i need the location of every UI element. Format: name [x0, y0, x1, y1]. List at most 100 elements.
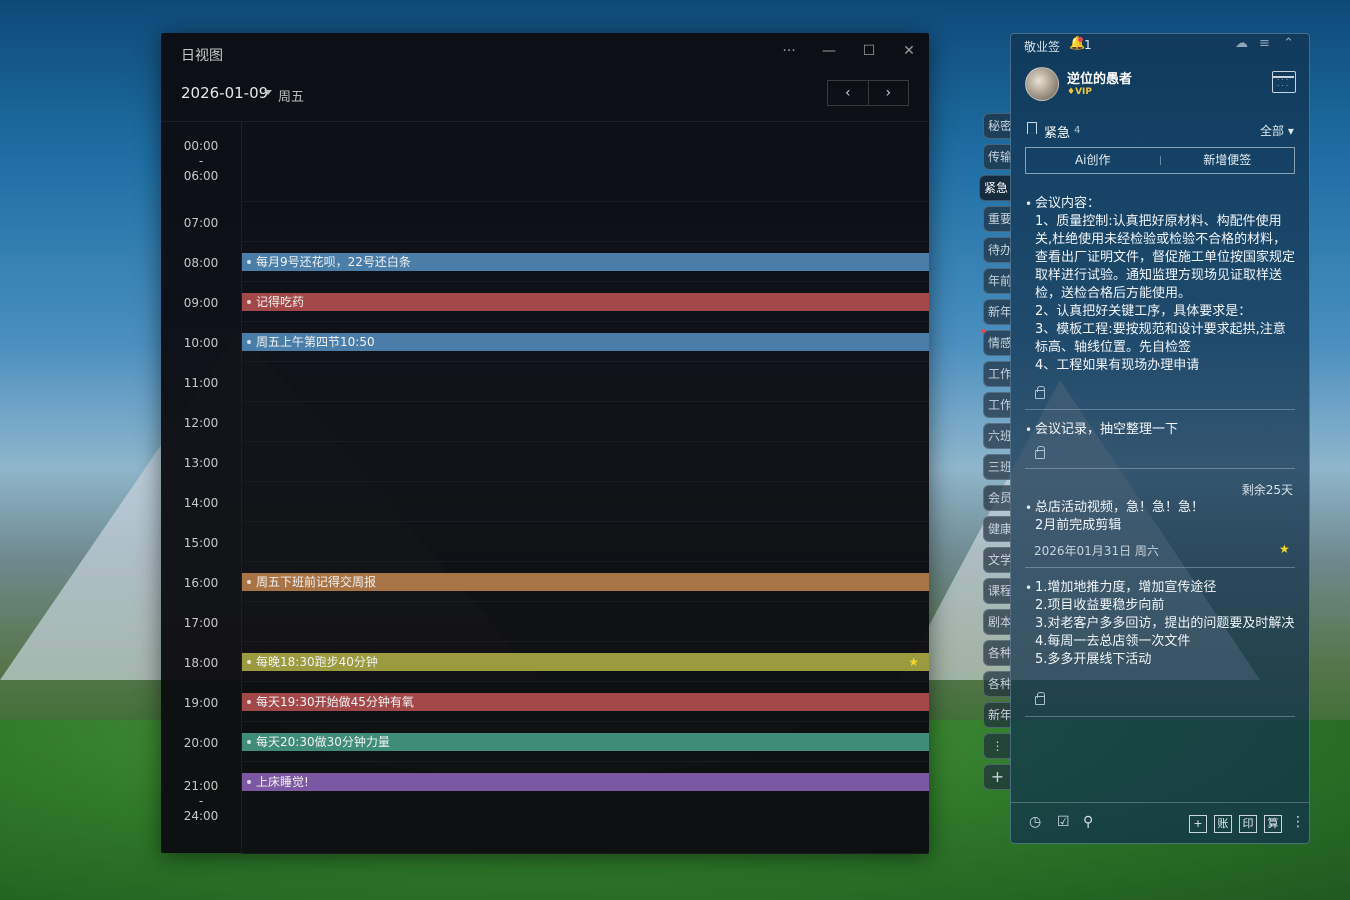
hour-gridline — [241, 201, 929, 202]
remaining-days: 剩余25天 — [1241, 483, 1293, 497]
hour-gridline — [241, 601, 929, 602]
filter-dropdown[interactable]: 全部 ▾ — [1260, 122, 1294, 139]
time-label-t18: 18:00 — [183, 656, 219, 670]
sidebar-tab[interactable]: 新年 — [983, 299, 1011, 325]
app-name: 敬业签 — [1024, 40, 1061, 54]
note-item[interactable]: • 1.增加地推力度，增加宣传途径 2.项目收益要稳步向前 3.对老客户多多回访… — [1025, 579, 1295, 669]
calculator-icon[interactable]: 算 — [1264, 815, 1282, 833]
sidebar-tab[interactable]: 工作 — [983, 361, 1011, 387]
window-title: 日视图 — [181, 48, 223, 64]
sidebar-tab[interactable]: 文学 — [983, 547, 1011, 573]
hour-gridline — [241, 401, 929, 402]
day-view-window: 日视图 ··· — ☐ ✕ 2026-01-09 周五 ‹ › 00:00 - … — [161, 33, 929, 854]
minimize-button[interactable]: — — [817, 43, 841, 59]
notification-dot — [1078, 37, 1083, 42]
event-title: 每月9号还花呗，22号还白条 — [256, 255, 411, 269]
event-item[interactable]: 每晚18:30跑步40分钟 ★ — [242, 653, 929, 671]
more-icon[interactable]: ··· — [777, 43, 801, 59]
hour-gridline — [241, 521, 929, 522]
event-item[interactable]: 每天19:30开始做45分钟有氧 — [242, 693, 929, 711]
note-divider — [1025, 409, 1295, 410]
sidebar-tab[interactable]: 剧本 — [983, 609, 1011, 635]
event-item[interactable]: 每天20:30做30分钟力量 — [242, 733, 929, 751]
note-text: 会议内容： 1、质量控制:认真把好原材料、构配件使用关,杜绝使用未经检验或检验不… — [1035, 196, 1295, 373]
sidebar-tab[interactable]: 年前 — [983, 268, 1011, 294]
note-bullet: • — [1025, 581, 1033, 595]
sidebar-tab[interactable]: 传输 — [983, 144, 1011, 170]
date-picker[interactable]: 2026-01-09 — [181, 84, 268, 102]
hour-gridline — [241, 481, 929, 482]
note-actions: Ai创作 新增便签 — [1025, 147, 1295, 174]
collapse-icon[interactable]: ⌃ — [1283, 36, 1294, 51]
sidebar-tab[interactable]: 健康 — [983, 516, 1011, 542]
lock-icon[interactable] — [1035, 692, 1045, 705]
menu-icon[interactable]: ≡ — [1259, 36, 1270, 51]
sidebar-tab[interactable]: 待办 — [983, 237, 1011, 263]
star-icon[interactable]: ★ — [908, 653, 919, 671]
hour-gridline — [241, 361, 929, 362]
prev-day-button[interactable]: ‹ — [828, 81, 869, 105]
event-title: 记得吃药 — [256, 295, 305, 309]
new-note-button[interactable]: 新增便签 — [1161, 148, 1295, 173]
sidebar-tab[interactable]: 重要 — [983, 206, 1011, 232]
event-item[interactable]: 周五上午第四节10:50 — [242, 333, 929, 351]
event-title: 每晚18:30跑步40分钟 — [256, 655, 378, 669]
event-item[interactable]: 周五下班前记得交周报 — [242, 573, 929, 591]
sidebar-tab[interactable]: 工作 — [983, 392, 1011, 418]
sidebar-tab[interactable]: 情感 — [983, 330, 1011, 356]
event-title: 每天19:30开始做45分钟有氧 — [256, 695, 414, 709]
cloud-sync-icon[interactable]: ☁ — [1235, 36, 1248, 51]
sidebar-tab[interactable]: 紧急 — [979, 175, 1011, 201]
sidebar-tab[interactable]: 会员 — [983, 485, 1011, 511]
time-label-t12: 12:00 — [183, 416, 219, 430]
note-text: 会议记录，抽空整理一下 — [1035, 422, 1179, 437]
note-divider — [1025, 468, 1295, 469]
vip-badge: ♦VIP — [1067, 87, 1092, 97]
hour-gridline — [241, 641, 929, 642]
deadline-text: 2026年01月31日 周六 — [1034, 544, 1159, 558]
note-item[interactable]: • 总店活动视频，急！急！急！ 2月前完成剪辑 — [1025, 499, 1295, 535]
lock-icon[interactable] — [1035, 386, 1045, 399]
event-item[interactable]: 上床睡觉! — [242, 773, 929, 791]
more-tabs-icon[interactable]: ⋮ — [983, 733, 1011, 759]
add-tab-button[interactable]: + — [983, 764, 1011, 790]
star-icon[interactable]: ★ — [1279, 542, 1290, 556]
sidebar-tab[interactable]: 六班 — [983, 423, 1011, 449]
more-vertical-icon[interactable]: ⋮ — [1291, 814, 1305, 830]
close-button[interactable]: ✕ — [897, 43, 921, 59]
sidebar-tab[interactable]: 新年 — [983, 702, 1011, 728]
event-item[interactable]: 记得吃药 — [242, 293, 929, 311]
checklist-icon[interactable]: ☑ — [1057, 814, 1070, 830]
clock-icon[interactable]: ◷ — [1029, 814, 1041, 830]
notes-panel: 敬业签 🔔 1 ☁ ≡ ⌃ 逆位的愚者 ♦VIP 紧急 4 全部 ▾ Ai创作 … — [1010, 33, 1310, 844]
sidebar-tab[interactable]: 课程 — [983, 578, 1011, 604]
sidebar-tab[interactable]: 各种 — [983, 671, 1011, 697]
print-icon[interactable]: 印 — [1239, 815, 1257, 833]
ledger-icon[interactable]: 账 — [1214, 815, 1232, 833]
time-label-t10: 10:00 — [183, 336, 219, 350]
ai-create-button[interactable]: Ai创作 — [1026, 148, 1160, 173]
sidebar-tab[interactable]: 秘密 — [983, 113, 1011, 139]
note-bullet: • — [1025, 197, 1033, 211]
next-day-button[interactable]: › — [869, 81, 909, 105]
maximize-button[interactable]: ☐ — [857, 43, 881, 59]
calendar-icon[interactable] — [1272, 71, 1296, 93]
event-title: 上床睡觉! — [256, 775, 309, 789]
search-icon[interactable]: ⚲ — [1083, 814, 1093, 830]
add-icon[interactable]: + — [1189, 815, 1207, 833]
user-name[interactable]: 逆位的愚者 — [1067, 68, 1132, 87]
event-item[interactable]: 每月9号还花呗，22号还白条 — [242, 253, 929, 271]
sidebar-tab[interactable]: 三班 — [983, 454, 1011, 480]
note-item[interactable]: • 会议记录，抽空整理一下 — [1025, 421, 1295, 439]
lock-icon[interactable] — [1035, 446, 1045, 459]
hour-gridline — [241, 241, 929, 242]
weekday-label: 周五 — [278, 90, 305, 105]
date-dropdown-caret-icon[interactable] — [264, 90, 272, 95]
unread-dot — [981, 329, 985, 333]
avatar[interactable] — [1025, 67, 1059, 101]
time-label-t16: 16:00 — [183, 576, 219, 590]
note-item[interactable]: • 会议内容： 1、质量控制:认真把好原材料、构配件使用关,杜绝使用未经检验或检… — [1025, 195, 1295, 381]
hour-gridline — [241, 441, 929, 442]
sidebar-tab[interactable]: 各种 — [983, 640, 1011, 666]
hour-gridline — [241, 561, 929, 562]
